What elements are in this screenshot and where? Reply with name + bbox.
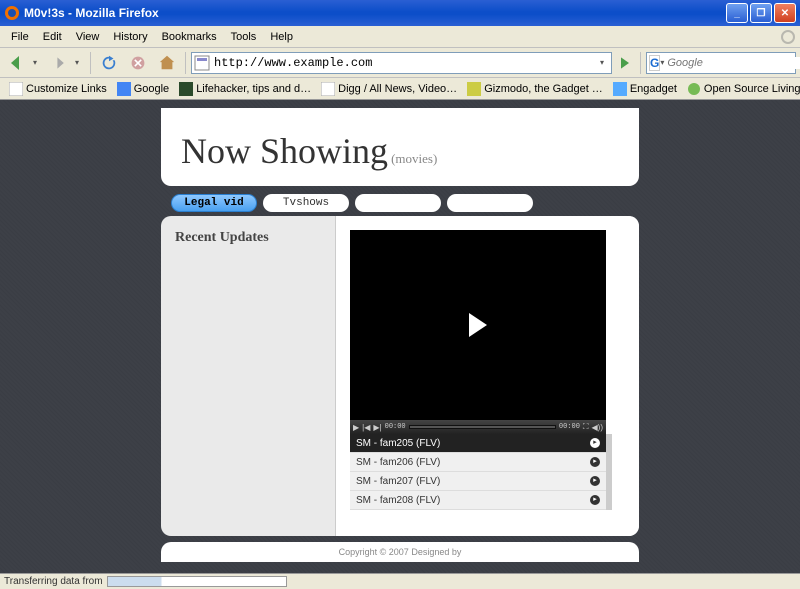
progress-bar <box>107 576 287 587</box>
menu-tools[interactable]: Tools <box>224 29 264 45</box>
video-player[interactable] <box>350 230 606 420</box>
bookmarks-toolbar: Customize Links Google Lifehacker, tips … <box>0 78 800 100</box>
close-button[interactable]: ✕ <box>774 3 796 23</box>
bookmark-gizmodo[interactable]: Gizmodo, the Gadget … <box>462 80 608 98</box>
bookmark-digg[interactable]: Digg / All News, Video… <box>316 80 462 98</box>
menu-help[interactable]: Help <box>263 29 300 45</box>
search-box[interactable]: G▾ <box>646 52 796 74</box>
tab-tvshows[interactable]: Tvshows <box>263 194 349 212</box>
window-titlebar: M0v!3s - Mozilla Firefox _ ❐ ✕ <box>0 0 800 26</box>
menu-edit[interactable]: Edit <box>36 29 69 45</box>
time-total: 00:00 <box>559 423 580 431</box>
url-bar[interactable]: ▾ <box>191 52 612 74</box>
tab-3[interactable] <box>355 194 441 212</box>
window-title: M0v!3s - Mozilla Firefox <box>24 6 726 20</box>
page-title: Now Showing <box>181 131 388 171</box>
stop-button[interactable] <box>125 50 151 76</box>
url-input[interactable] <box>214 56 595 70</box>
playlist: SM - fam205 (FLV)▸ SM - fam206 (FLV)▸ SM… <box>350 434 606 510</box>
menu-view[interactable]: View <box>69 29 107 45</box>
search-engine-icon[interactable]: G <box>649 55 660 71</box>
nav-tabs: Legal vid Tvshows <box>171 194 639 212</box>
playlist-item[interactable]: SM - fam207 (FLV)▸ <box>350 472 606 491</box>
reload-button[interactable] <box>96 50 122 76</box>
menu-bar: File Edit View History Bookmarks Tools H… <box>0 26 800 48</box>
player-area: ▶ |◀ ▶| 00:00 00:00 ⛶ ◀)) SM - fam205 (F… <box>335 216 639 536</box>
page-viewport: Now Showing (movies) Legal vid Tvshows R… <box>0 100 800 573</box>
play-pause-button[interactable]: ▶ <box>353 423 359 432</box>
url-dropdown[interactable]: ▾ <box>595 58 609 67</box>
playlist-item[interactable]: SM - fam205 (FLV)▸ <box>350 434 606 453</box>
playlist-item[interactable]: SM - fam208 (FLV)▸ <box>350 491 606 510</box>
maximize-button[interactable]: ❐ <box>750 3 772 23</box>
main-content: Recent Updates ▶ |◀ ▶| 00:00 00:00 ⛶ ◀)) <box>161 216 639 536</box>
play-icon[interactable] <box>469 313 487 337</box>
menu-file[interactable]: File <box>4 29 36 45</box>
next-button[interactable]: ▶| <box>373 423 381 432</box>
page-header: Now Showing (movies) <box>161 108 639 186</box>
playlist-play-icon[interactable]: ▸ <box>590 457 600 467</box>
search-input[interactable] <box>667 57 800 69</box>
bookmark-google[interactable]: Google <box>112 80 174 98</box>
volume-button[interactable]: ◀)) <box>592 423 603 432</box>
tab-4[interactable] <box>447 194 533 212</box>
bookmark-customize-links[interactable]: Customize Links <box>4 80 112 98</box>
navigation-toolbar: ▾ ▾ ▾ G▾ <box>0 48 800 78</box>
menu-history[interactable]: History <box>106 29 154 45</box>
firefox-icon <box>4 5 20 21</box>
playlist-play-icon[interactable]: ▸ <box>590 476 600 486</box>
prev-button[interactable]: |◀ <box>362 423 370 432</box>
fullscreen-button[interactable]: ⛶ <box>583 422 589 432</box>
go-button[interactable] <box>615 53 635 73</box>
forward-button <box>46 50 72 76</box>
playlist-item[interactable]: SM - fam206 (FLV)▸ <box>350 453 606 472</box>
bookmark-opensourceliving[interactable]: Open Source Living <box>682 80 800 98</box>
sidebar-title: Recent Updates <box>175 230 321 246</box>
forward-dropdown[interactable]: ▾ <box>75 58 85 67</box>
bookmark-engadget[interactable]: Engadget <box>608 80 682 98</box>
search-engine-dropdown[interactable]: ▾ <box>660 58 664 67</box>
page-favicon <box>194 55 210 71</box>
minimize-button[interactable]: _ <box>726 3 748 23</box>
back-button[interactable] <box>4 50 30 76</box>
seek-bar[interactable] <box>409 425 556 429</box>
bookmark-lifehacker[interactable]: Lifehacker, tips and d… <box>174 80 316 98</box>
page-footer: Copyright © 2007 Designed by <box>161 542 639 562</box>
back-dropdown[interactable]: ▾ <box>33 58 43 67</box>
playlist-play-icon[interactable]: ▸ <box>590 438 600 448</box>
time-current: 00:00 <box>385 423 406 431</box>
status-text: Transferring data from <box>4 576 103 587</box>
firefox-throbber-icon <box>780 29 796 45</box>
home-button[interactable] <box>154 50 180 76</box>
status-bar: Transferring data from <box>0 573 800 589</box>
playlist-play-icon[interactable]: ▸ <box>590 495 600 505</box>
tab-legal-vid[interactable]: Legal vid <box>171 194 257 212</box>
player-controls: ▶ |◀ ▶| 00:00 00:00 ⛶ ◀)) <box>350 420 606 434</box>
menu-bookmarks[interactable]: Bookmarks <box>155 29 224 45</box>
playlist-scrollbar[interactable] <box>606 434 612 510</box>
page-subtitle: (movies) <box>391 151 437 166</box>
sidebar: Recent Updates <box>161 216 335 536</box>
